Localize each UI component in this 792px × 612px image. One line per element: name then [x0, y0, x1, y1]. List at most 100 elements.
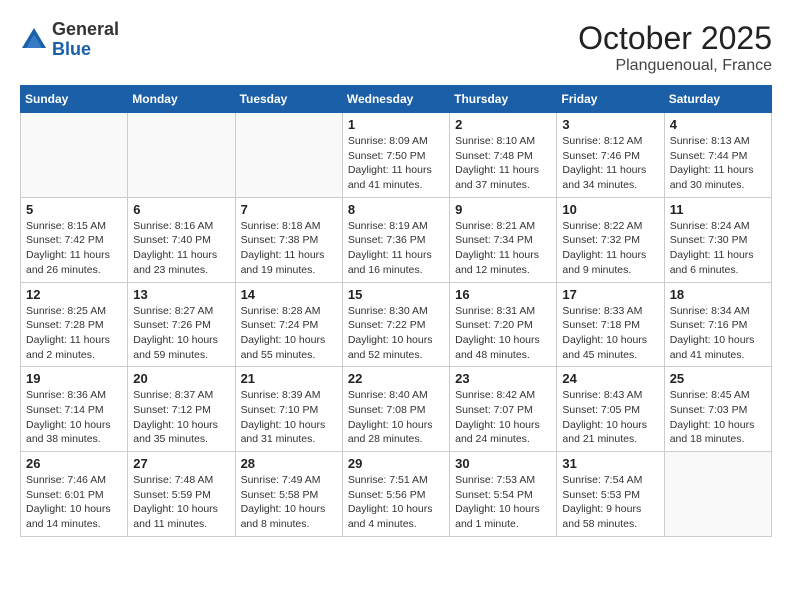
day-info: Sunrise: 7:54 AMSunset: 5:53 PMDaylight:… — [562, 473, 658, 532]
day-info: Sunrise: 8:42 AMSunset: 7:07 PMDaylight:… — [455, 388, 551, 447]
day-number: 21 — [241, 371, 337, 386]
calendar-cell: 29 Sunrise: 7:51 AMSunset: 5:56 PMDayligh… — [342, 452, 449, 537]
day-info: Sunrise: 8:12 AMSunset: 7:46 PMDaylight:… — [562, 134, 658, 193]
calendar-cell: 24 Sunrise: 8:43 AMSunset: 7:05 PMDayligh… — [557, 367, 664, 452]
day-number: 7 — [241, 202, 337, 217]
day-info: Sunrise: 8:10 AMSunset: 7:48 PMDaylight:… — [455, 134, 551, 193]
day-info: Sunrise: 8:36 AMSunset: 7:14 PMDaylight:… — [26, 388, 122, 447]
calendar-cell: 5Sunrise: 8:15 AMSunset: 7:42 PMDaylight… — [21, 197, 128, 282]
month-title: October 2025 — [578, 20, 772, 57]
day-number: 10 — [562, 202, 658, 217]
calendar-cell — [664, 452, 771, 537]
calendar-header-saturday: Saturday — [664, 86, 771, 113]
day-number: 17 — [562, 287, 658, 302]
day-number: 28 — [241, 456, 337, 471]
title-block: October 2025 Planguenoual, France — [578, 20, 772, 75]
calendar-cell: 15Sunrise: 8:30 AMSunset: 7:22 PMDayligh… — [342, 282, 449, 367]
day-number: 2 — [455, 117, 551, 132]
calendar-header-monday: Monday — [128, 86, 235, 113]
page-header: General Blue October 2025 Planguenoual, … — [20, 20, 772, 75]
day-number: 3 — [562, 117, 658, 132]
calendar-cell: 22 Sunrise: 8:40 AMSunset: 7:08 PMDayligh… — [342, 367, 449, 452]
calendar-week-row: 12 Sunrise: 8:25 AMSunset: 7:28 PMDayligh… — [21, 282, 772, 367]
calendar-cell: 30 Sunrise: 7:53 AMSunset: 5:54 PMDayligh… — [450, 452, 557, 537]
day-info: Sunrise: 8:31 AMSunset: 7:20 PMDaylight:… — [455, 304, 551, 363]
day-number: 19 — [26, 371, 122, 386]
calendar-cell: 6 Sunrise: 8:16 AMSunset: 7:40 PMDaylight… — [128, 197, 235, 282]
calendar-cell: 21 Sunrise: 8:39 AMSunset: 7:10 PMDayligh… — [235, 367, 342, 452]
day-number: 29 — [348, 456, 444, 471]
day-number: 20 — [133, 371, 229, 386]
calendar-cell: 23 Sunrise: 8:42 AMSunset: 7:07 PMDayligh… — [450, 367, 557, 452]
calendar-cell: 16 Sunrise: 8:31 AMSunset: 7:20 PMDayligh… — [450, 282, 557, 367]
day-info: Sunrise: 8:19 AMSunset: 7:36 PMDaylight:… — [348, 219, 444, 278]
calendar-header-thursday: Thursday — [450, 86, 557, 113]
calendar-cell: 17 Sunrise: 8:33 AMSunset: 7:18 PMDayligh… — [557, 282, 664, 367]
calendar-header-wednesday: Wednesday — [342, 86, 449, 113]
day-number: 11 — [670, 202, 766, 217]
day-info: Sunrise: 8:40 AMSunset: 7:08 PMDaylight:… — [348, 388, 444, 447]
day-number: 27 — [133, 456, 229, 471]
day-info: Sunrise: 7:49 AMSunset: 5:58 PMDaylight:… — [241, 473, 337, 532]
day-number: 6 — [133, 202, 229, 217]
calendar-cell: 28 Sunrise: 7:49 AMSunset: 5:58 PMDayligh… — [235, 452, 342, 537]
day-number: 18 — [670, 287, 766, 302]
calendar-header-tuesday: Tuesday — [235, 86, 342, 113]
day-number: 23 — [455, 371, 551, 386]
calendar-cell: 18 Sunrise: 8:34 AMSunset: 7:16 PMDayligh… — [664, 282, 771, 367]
calendar-header-row: SundayMondayTuesdayWednesdayThursdayFrid… — [21, 86, 772, 113]
day-info: Sunrise: 8:45 AMSunset: 7:03 PMDaylight:… — [670, 388, 766, 447]
day-number: 14 — [241, 287, 337, 302]
day-number: 31 — [562, 456, 658, 471]
day-info: Sunrise: 8:28 AMSunset: 7:24 PMDaylight:… — [241, 304, 337, 363]
calendar-cell: 14 Sunrise: 8:28 AMSunset: 7:24 PMDayligh… — [235, 282, 342, 367]
calendar-cell: 4Sunrise: 8:13 AMSunset: 7:44 PMDaylight… — [664, 113, 771, 198]
day-number: 16 — [455, 287, 551, 302]
day-number: 9 — [455, 202, 551, 217]
day-number: 1 — [348, 117, 444, 132]
calendar-cell: 12 Sunrise: 8:25 AMSunset: 7:28 PMDayligh… — [21, 282, 128, 367]
logo-general-text: General — [52, 19, 119, 39]
day-number: 12 — [26, 287, 122, 302]
day-info: Sunrise: 8:33 AMSunset: 7:18 PMDaylight:… — [562, 304, 658, 363]
calendar-cell: 1Sunrise: 8:09 AMSunset: 7:50 PMDaylight… — [342, 113, 449, 198]
day-info: Sunrise: 8:22 AMSunset: 7:32 PMDaylight:… — [562, 219, 658, 278]
day-info: Sunrise: 8:13 AMSunset: 7:44 PMDaylight:… — [670, 134, 766, 193]
day-number: 15 — [348, 287, 444, 302]
day-info: Sunrise: 8:27 AMSunset: 7:26 PMDaylight:… — [133, 304, 229, 363]
day-number: 13 — [133, 287, 229, 302]
day-info: Sunrise: 7:51 AMSunset: 5:56 PMDaylight:… — [348, 473, 444, 532]
location-subtitle: Planguenoual, France — [578, 57, 772, 75]
calendar-week-row: 19 Sunrise: 8:36 AMSunset: 7:14 PMDayligh… — [21, 367, 772, 452]
calendar-cell: 3 Sunrise: 8:12 AMSunset: 7:46 PMDaylight… — [557, 113, 664, 198]
day-info: Sunrise: 7:46 AMSunset: 6:01 PMDaylight:… — [26, 473, 122, 532]
day-info: Sunrise: 8:43 AMSunset: 7:05 PMDaylight:… — [562, 388, 658, 447]
day-number: 5 — [26, 202, 122, 217]
day-info: Sunrise: 8:18 AMSunset: 7:38 PMDaylight:… — [241, 219, 337, 278]
calendar-week-row: 1Sunrise: 8:09 AMSunset: 7:50 PMDaylight… — [21, 113, 772, 198]
calendar-cell — [128, 113, 235, 198]
calendar-cell: 27Sunrise: 7:48 AMSunset: 5:59 PMDayligh… — [128, 452, 235, 537]
calendar-cell: 2 Sunrise: 8:10 AMSunset: 7:48 PMDaylight… — [450, 113, 557, 198]
calendar-cell: 20 Sunrise: 8:37 AMSunset: 7:12 PMDayligh… — [128, 367, 235, 452]
day-number: 25 — [670, 371, 766, 386]
day-number: 22 — [348, 371, 444, 386]
day-info: Sunrise: 8:39 AMSunset: 7:10 PMDaylight:… — [241, 388, 337, 447]
calendar-cell: 10 Sunrise: 8:22 AMSunset: 7:32 PMDayligh… — [557, 197, 664, 282]
calendar-header-sunday: Sunday — [21, 86, 128, 113]
calendar-cell: 25 Sunrise: 8:45 AMSunset: 7:03 PMDayligh… — [664, 367, 771, 452]
day-info: Sunrise: 8:37 AMSunset: 7:12 PMDaylight:… — [133, 388, 229, 447]
calendar-week-row: 26Sunrise: 7:46 AMSunset: 6:01 PMDayligh… — [21, 452, 772, 537]
calendar-cell: 8 Sunrise: 8:19 AMSunset: 7:36 PMDaylight… — [342, 197, 449, 282]
day-number: 30 — [455, 456, 551, 471]
calendar-table: SundayMondayTuesdayWednesdayThursdayFrid… — [20, 85, 772, 537]
day-info: Sunrise: 8:16 AMSunset: 7:40 PMDaylight:… — [133, 219, 229, 278]
day-info: Sunrise: 8:34 AMSunset: 7:16 PMDaylight:… — [670, 304, 766, 363]
day-info: Sunrise: 7:53 AMSunset: 5:54 PMDaylight:… — [455, 473, 551, 532]
day-info: Sunrise: 8:21 AMSunset: 7:34 PMDaylight:… — [455, 219, 551, 278]
calendar-cell: 19 Sunrise: 8:36 AMSunset: 7:14 PMDayligh… — [21, 367, 128, 452]
day-number: 24 — [562, 371, 658, 386]
day-number: 8 — [348, 202, 444, 217]
day-info: Sunrise: 8:25 AMSunset: 7:28 PMDaylight:… — [26, 304, 122, 363]
calendar-cell: 31 Sunrise: 7:54 AMSunset: 5:53 PMDayligh… — [557, 452, 664, 537]
